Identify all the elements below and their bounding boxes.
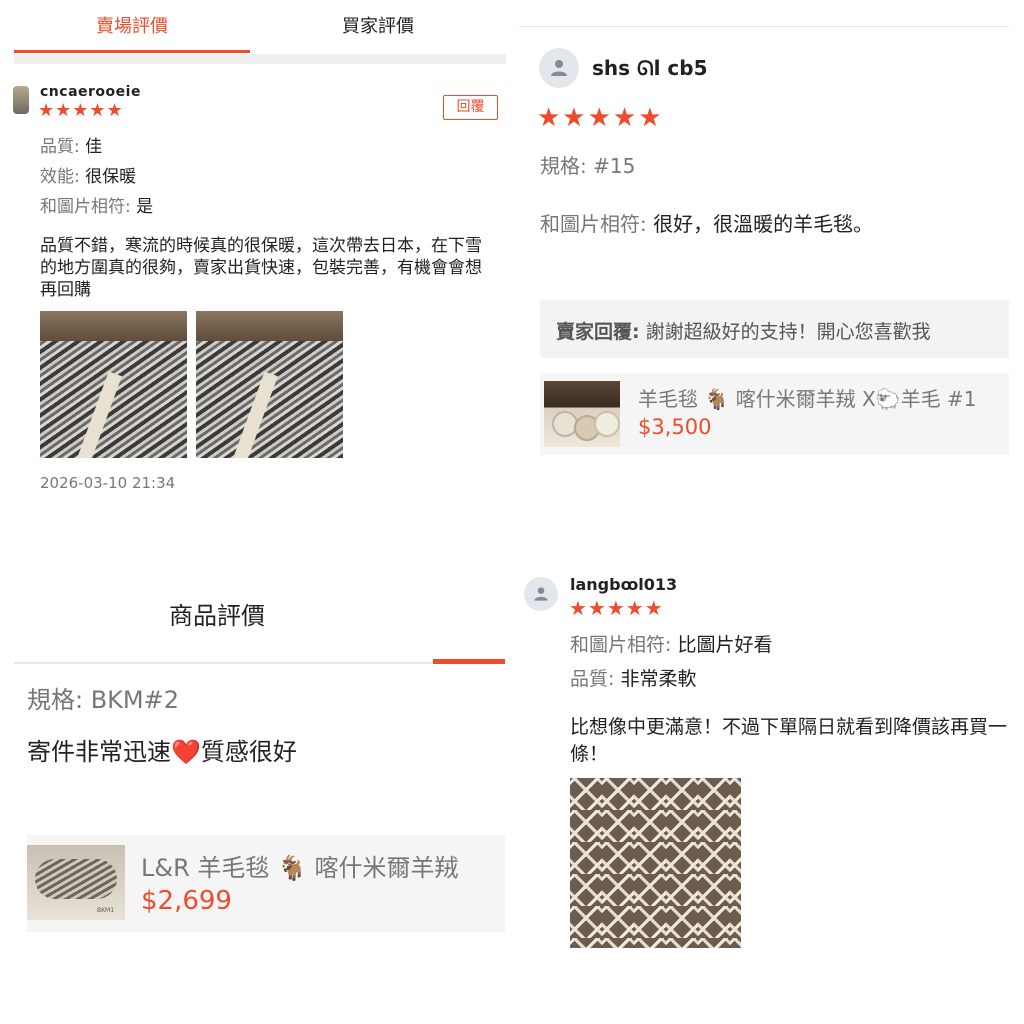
product-title: L&R 羊毛毯 🐐 喀什米爾羊羢 [141,854,459,882]
review-panel-store: 賣場評價 買家評價 cncaerooeie ★★★★★ 回覆 品質: 佳 效能:… [0,0,512,520]
header-divider [14,662,505,664]
review-comment: 品質不錯，寒流的時候真的很保暖，這次帶去日本，在下雪的地方圍真的很夠，賣家出貨快… [40,236,482,300]
user-icon [551,60,567,76]
attribute-value: 是 [136,197,154,217]
review-attribute: 效能: 很保暖 [40,167,137,187]
photo-table-surface [196,311,343,341]
review-photo[interactable] [40,311,187,458]
attribute-label: 品質 [570,668,609,690]
product-thumbnail: BKM1 [27,845,125,920]
review-photo[interactable] [196,311,343,458]
review-attribute: 品質: 佳 [40,137,103,157]
user-icon [534,587,548,601]
review-panel-detail: shs ᘏl cb5 ★★★★★ 規格: #15 和圖片相符: 很好，很溫暖的羊… [519,0,1009,462]
comment-label: 和圖片相符: [540,212,647,236]
avatar [524,577,558,611]
attribute-label: 品質 [40,137,74,157]
spec-label: 規格: BKM#2 [27,686,180,714]
tab-buyer-reviews-label: 買家評價 [342,16,414,37]
review-photo[interactable] [570,778,741,948]
review-attribute: 品質: 非常柔軟 [570,668,697,690]
product-price: $2,699 [141,886,232,916]
thumb-caption: BKM1 [97,907,115,914]
seller-reply-text: 謝謝超級好的支持！開心您喜歡我 [645,321,931,343]
review-panel-buyer: langbꝏl013 ★★★★★ 和圖片相符: 比圖片好看 品質: 非常柔軟 比… [519,560,1014,960]
attribute-value: 佳 [85,137,103,157]
tab-active-indicator [433,659,505,664]
product-price: $3,500 [638,415,712,439]
avatar [539,48,579,88]
reviewer-name: cncaerooeie [40,84,141,100]
attribute-label: 和圖片相符 [570,634,666,656]
attribute-value: 比圖片好看 [677,634,773,656]
reviewer-name: shs ᘏl cb5 [592,56,708,80]
page-title: 商品評價 [169,602,265,630]
tab-divider [14,54,506,64]
reply-button[interactable]: 回覆 [443,95,498,120]
review-panel-product: 商品評價 規格: BKM#2 寄件非常迅速❤️質感很好 BKM1 L&R 羊毛毯… [0,560,512,950]
review-comment: 寄件非常迅速❤️質感很好 [27,738,297,766]
spec-label: 規格: #15 [540,154,636,178]
avatar [13,86,29,114]
comment-text: 很好，很溫暖的羊毛毯。 [653,212,874,236]
photo-stripe [76,371,122,458]
seller-reply-label: 賣家回覆: [556,321,640,343]
rating-stars: ★★★★★ [569,596,664,620]
top-divider [519,26,1009,27]
product-thumbnail [544,381,620,447]
tab-store-reviews[interactable]: 賣場評價 [14,0,250,53]
review-timestamp: 2026-03-10 21:34 [40,474,176,492]
review-attribute: 和圖片相符: 是 [40,197,154,217]
attribute-value: 很保暖 [85,167,137,187]
seller-reply-content: 賣家回覆: 謝謝超級好的支持！開心您喜歡我 [556,317,931,344]
tab-store-reviews-label: 賣場評價 [96,16,168,37]
photo-stripe [232,371,278,458]
reply-button-label: 回覆 [456,99,485,115]
attribute-label: 效能 [40,167,74,187]
seller-reply: 賣家回覆: 謝謝超級好的支持！開心您喜歡我 [540,300,1009,358]
tab-active-indicator [14,50,250,53]
tab-buyer-reviews[interactable]: 買家評價 [250,0,506,52]
review-comment: 和圖片相符: 很好，很溫暖的羊毛毯。 [540,208,873,237]
product-card[interactable]: BKM1 L&R 羊毛毯 🐐 喀什米爾羊羢 $2,699 [27,835,505,932]
product-title: 羊毛毯 🐐 喀什米爾羊羢 X🐑羊毛 #1 [638,387,977,411]
attribute-value: 非常柔軟 [620,668,697,690]
thumb-roll [35,859,117,899]
review-comment: 比想像中更滿意！不過下單隔日就看到降價該再買一條！ [570,716,1008,765]
thumb-roll [594,411,620,437]
attribute-label: 和圖片相符 [40,197,125,217]
reviewer-name: langbꝏl013 [570,575,678,594]
photo-table-surface [40,311,187,341]
rating-stars: ★★★★★ [537,103,664,133]
rating-stars: ★★★★★ [38,100,124,121]
review-attribute: 和圖片相符: 比圖片好看 [570,634,773,656]
product-card[interactable]: 羊毛毯 🐐 喀什米爾羊羢 X🐑羊毛 #1 $3,500 [540,373,1009,455]
